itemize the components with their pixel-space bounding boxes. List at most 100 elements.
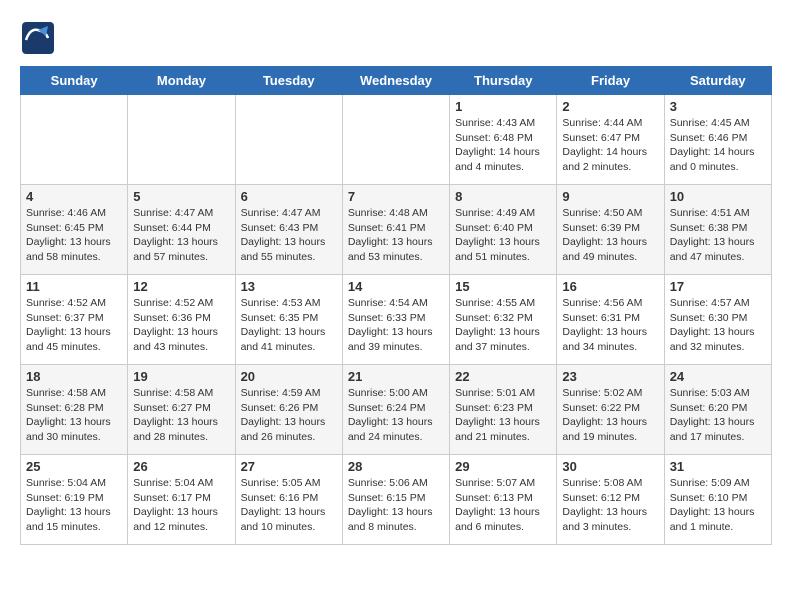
day-info: Sunrise: 4:49 AM Sunset: 6:40 PM Dayligh… [455,206,551,265]
day-number: 31 [670,459,766,474]
day-info: Sunrise: 4:48 AM Sunset: 6:41 PM Dayligh… [348,206,444,265]
day-info: Sunrise: 5:08 AM Sunset: 6:12 PM Dayligh… [562,476,658,535]
day-info: Sunrise: 4:58 AM Sunset: 6:27 PM Dayligh… [133,386,229,445]
calendar-cell: 12 Sunrise: 4:52 AM Sunset: 6:36 PM Dayli… [128,275,235,365]
day-number: 18 [26,369,122,384]
calendar-cell: 20 Sunrise: 4:59 AM Sunset: 6:26 PM Dayli… [235,365,342,455]
calendar-cell: 9 Sunrise: 4:50 AM Sunset: 6:39 PM Daylig… [557,185,664,275]
calendar-cell: 19 Sunrise: 4:58 AM Sunset: 6:27 PM Dayli… [128,365,235,455]
day-info: Sunrise: 4:53 AM Sunset: 6:35 PM Dayligh… [241,296,337,355]
day-number: 12 [133,279,229,294]
header-saturday: Saturday [664,67,771,95]
day-info: Sunrise: 4:50 AM Sunset: 6:39 PM Dayligh… [562,206,658,265]
day-info: Sunrise: 4:56 AM Sunset: 6:31 PM Dayligh… [562,296,658,355]
calendar-cell: 30 Sunrise: 5:08 AM Sunset: 6:12 PM Dayli… [557,455,664,545]
day-number: 5 [133,189,229,204]
day-info: Sunrise: 4:51 AM Sunset: 6:38 PM Dayligh… [670,206,766,265]
day-info: Sunrise: 4:58 AM Sunset: 6:28 PM Dayligh… [26,386,122,445]
calendar-cell: 3Sunrise: 4:45 AM Sunset: 6:46 PM Daylig… [664,95,771,185]
day-info: Sunrise: 5:04 AM Sunset: 6:19 PM Dayligh… [26,476,122,535]
calendar-cell: 16 Sunrise: 4:56 AM Sunset: 6:31 PM Dayli… [557,275,664,365]
calendar-cell: 7 Sunrise: 4:48 AM Sunset: 6:41 PM Daylig… [342,185,449,275]
calendar-cell: 4 Sunrise: 4:46 AM Sunset: 6:45 PM Daylig… [21,185,128,275]
day-number: 14 [348,279,444,294]
calendar-cell: 27 Sunrise: 5:05 AM Sunset: 6:16 PM Dayli… [235,455,342,545]
header-friday: Friday [557,67,664,95]
logo [20,20,60,56]
day-number: 24 [670,369,766,384]
day-number: 19 [133,369,229,384]
day-info: Sunrise: 4:57 AM Sunset: 6:30 PM Dayligh… [670,296,766,355]
week-row-3: 11 Sunrise: 4:52 AM Sunset: 6:37 PM Dayli… [21,275,772,365]
day-number: 16 [562,279,658,294]
logo-icon [20,20,56,56]
calendar-cell: 11 Sunrise: 4:52 AM Sunset: 6:37 PM Dayli… [21,275,128,365]
day-number: 27 [241,459,337,474]
calendar-cell: 28 Sunrise: 5:06 AM Sunset: 6:15 PM Dayli… [342,455,449,545]
calendar-cell: 2 Sunrise: 4:44 AM Sunset: 6:47 PM Daylig… [557,95,664,185]
calendar-cell: 31Sunrise: 5:09 AM Sunset: 6:10 PM Dayli… [664,455,771,545]
calendar-cell [342,95,449,185]
calendar-cell: 25 Sunrise: 5:04 AM Sunset: 6:19 PM Dayli… [21,455,128,545]
day-number: 21 [348,369,444,384]
header-tuesday: Tuesday [235,67,342,95]
day-info: Sunrise: 5:03 AM Sunset: 6:20 PM Dayligh… [670,386,766,445]
day-info: Sunrise: 5:02 AM Sunset: 6:22 PM Dayligh… [562,386,658,445]
day-number: 28 [348,459,444,474]
header-sunday: Sunday [21,67,128,95]
day-info: Sunrise: 4:47 AM Sunset: 6:44 PM Dayligh… [133,206,229,265]
calendar-cell: 15Sunrise: 4:55 AM Sunset: 6:32 PM Dayli… [450,275,557,365]
week-row-1: 1 Sunrise: 4:43 AM Sunset: 6:48 PM Daylig… [21,95,772,185]
calendar-cell: 22 Sunrise: 5:01 AM Sunset: 6:23 PM Dayli… [450,365,557,455]
day-info: Sunrise: 4:52 AM Sunset: 6:37 PM Dayligh… [26,296,122,355]
day-info: Sunrise: 5:06 AM Sunset: 6:15 PM Dayligh… [348,476,444,535]
day-number: 3 [670,99,766,114]
day-number: 8 [455,189,551,204]
calendar-cell: 10 Sunrise: 4:51 AM Sunset: 6:38 PM Dayli… [664,185,771,275]
day-number: 15 [455,279,551,294]
calendar-cell: 6Sunrise: 4:47 AM Sunset: 6:43 PM Daylig… [235,185,342,275]
day-number: 4 [26,189,122,204]
day-info: Sunrise: 4:59 AM Sunset: 6:26 PM Dayligh… [241,386,337,445]
day-number: 7 [348,189,444,204]
day-number: 20 [241,369,337,384]
day-number: 17 [670,279,766,294]
calendar-cell: 26Sunrise: 5:04 AM Sunset: 6:17 PM Dayli… [128,455,235,545]
calendar-table: SundayMondayTuesdayWednesdayThursdayFrid… [20,66,772,545]
day-info: Sunrise: 4:46 AM Sunset: 6:45 PM Dayligh… [26,206,122,265]
week-row-5: 25 Sunrise: 5:04 AM Sunset: 6:19 PM Dayli… [21,455,772,545]
day-info: Sunrise: 5:05 AM Sunset: 6:16 PM Dayligh… [241,476,337,535]
calendar-cell: 13 Sunrise: 4:53 AM Sunset: 6:35 PM Dayli… [235,275,342,365]
day-number: 25 [26,459,122,474]
calendar-cell: 17 Sunrise: 4:57 AM Sunset: 6:30 PM Dayli… [664,275,771,365]
calendar-cell: 29 Sunrise: 5:07 AM Sunset: 6:13 PM Dayli… [450,455,557,545]
day-info: Sunrise: 5:07 AM Sunset: 6:13 PM Dayligh… [455,476,551,535]
day-number: 13 [241,279,337,294]
day-number: 26 [133,459,229,474]
day-info: Sunrise: 4:43 AM Sunset: 6:48 PM Dayligh… [455,116,551,175]
day-number: 22 [455,369,551,384]
calendar-cell: 8 Sunrise: 4:49 AM Sunset: 6:40 PM Daylig… [450,185,557,275]
day-info: Sunrise: 5:01 AM Sunset: 6:23 PM Dayligh… [455,386,551,445]
calendar-cell: 18 Sunrise: 4:58 AM Sunset: 6:28 PM Dayli… [21,365,128,455]
calendar-cell: 21 Sunrise: 5:00 AM Sunset: 6:24 PM Dayli… [342,365,449,455]
day-number: 10 [670,189,766,204]
day-number: 9 [562,189,658,204]
calendar-cell [128,95,235,185]
day-number: 6 [241,189,337,204]
week-row-4: 18 Sunrise: 4:58 AM Sunset: 6:28 PM Dayli… [21,365,772,455]
day-number: 2 [562,99,658,114]
day-number: 23 [562,369,658,384]
header-row: SundayMondayTuesdayWednesdayThursdayFrid… [21,67,772,95]
calendar-cell: 23 Sunrise: 5:02 AM Sunset: 6:22 PM Dayli… [557,365,664,455]
day-info: Sunrise: 4:54 AM Sunset: 6:33 PM Dayligh… [348,296,444,355]
day-info: Sunrise: 4:52 AM Sunset: 6:36 PM Dayligh… [133,296,229,355]
day-number: 29 [455,459,551,474]
day-number: 11 [26,279,122,294]
day-info: Sunrise: 5:00 AM Sunset: 6:24 PM Dayligh… [348,386,444,445]
day-number: 30 [562,459,658,474]
calendar-cell [235,95,342,185]
day-number: 1 [455,99,551,114]
header-monday: Monday [128,67,235,95]
day-info: Sunrise: 4:44 AM Sunset: 6:47 PM Dayligh… [562,116,658,175]
